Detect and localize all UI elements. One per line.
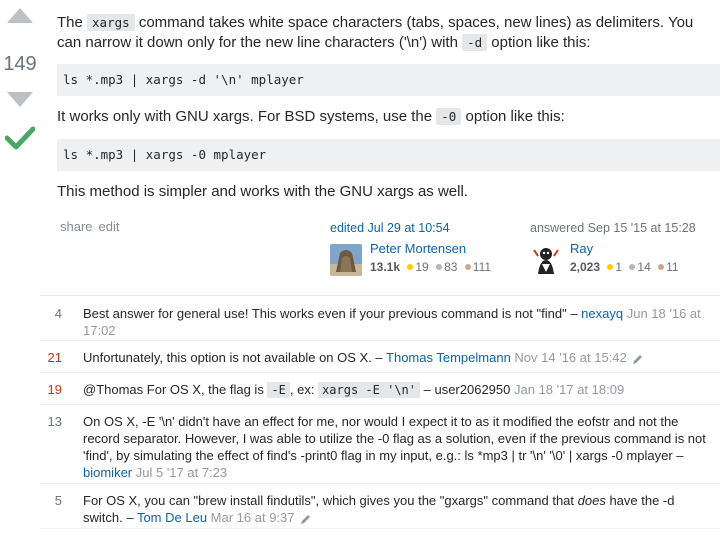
vote-count: 149	[3, 53, 37, 75]
answered-timestamp: answered Sep 15 '15 at 15:28	[530, 221, 696, 235]
author-username-link[interactable]: Ray	[570, 241, 593, 256]
editor-avatar[interactable]	[330, 244, 362, 276]
comment-user-link[interactable]: biomiker	[83, 465, 132, 480]
bronze-badge-icon	[658, 264, 665, 271]
comment-user-link[interactable]: Tom De Leu	[137, 510, 207, 525]
inline-code: -0	[436, 108, 462, 125]
comment-score: 13	[47, 414, 62, 429]
comment-item: 19 @Thomas For OS X, the flag is -E, ex:…	[40, 373, 720, 405]
comment-date[interactable]: Jul 5 '17 at 7:23	[136, 465, 227, 480]
editor-avatar-image	[330, 244, 362, 276]
comment-body: @Thomas For OS X, the flag is -E, ex: xa…	[83, 382, 625, 398]
comment-score: 21	[47, 350, 62, 365]
author-signature: answered Sep 15 '15 at 15:28 Ray 2,023 1…	[530, 221, 715, 281]
silver-badge-icon	[629, 264, 636, 271]
comment-score: 19	[47, 382, 62, 397]
comment-user-link[interactable]: Thomas Tempelmann	[386, 350, 511, 365]
comment-body: On OS X, -E '\n' didn't have an effect f…	[83, 414, 706, 480]
answer-paragraph-3: This method is simpler and works with th…	[57, 183, 468, 200]
author-avatar[interactable]	[530, 244, 562, 276]
comment-body: Best answer for general use! This works …	[83, 306, 701, 338]
inline-code: -E	[267, 382, 290, 398]
bronze-badge-icon	[464, 264, 471, 271]
comment-user: user2062950	[434, 382, 511, 397]
edited-pencil-icon[interactable]	[300, 513, 312, 525]
editor-signature: edited Jul 29 at 10:54 Peter Mortensen 1…	[330, 221, 520, 281]
comment-item: 13 On OS X, -E '\n' didn't have an effec…	[40, 405, 720, 484]
comment-date[interactable]: Nov 14 '16 at 15:42	[514, 350, 626, 365]
editor-reputation: 13.1k 19 83 111	[370, 260, 492, 274]
comment-date[interactable]: Jan 18 '17 at 18:09	[514, 382, 624, 397]
gold-badge-icon	[607, 264, 614, 271]
answer-paragraph-2: It works only with GNU xargs. For BSD sy…	[57, 108, 565, 125]
downvote-arrow-icon[interactable]	[7, 92, 33, 107]
post-menu: share edit	[60, 219, 126, 234]
edit-link[interactable]: edit	[99, 219, 120, 234]
share-link[interactable]: share	[60, 219, 93, 234]
comment-user-link[interactable]: nexayq	[581, 306, 623, 321]
upvote-arrow-icon[interactable]	[7, 8, 33, 23]
inline-code: -d	[462, 34, 488, 51]
author-reputation: 2,023 1 14 11	[570, 260, 679, 274]
code-block: ls *.mp3 | xargs -0 mplayer	[57, 139, 720, 171]
comment-item: 4 Best answer for general use! This work…	[40, 296, 720, 341]
comment-item: 21 Unfortunately, this option is not ava…	[40, 341, 720, 373]
silver-badge-icon	[436, 264, 443, 271]
inline-code: xargs -E '\n'	[318, 382, 420, 398]
inline-code: xargs	[87, 14, 135, 31]
edited-timestamp-link[interactable]: edited Jul 29 at 10:54	[330, 221, 450, 235]
comment-date[interactable]: Mar 16 at 9:37	[211, 510, 295, 525]
edited-pencil-icon[interactable]	[632, 353, 644, 365]
accepted-checkmark-icon	[5, 126, 35, 150]
comment-body: Unfortunately, this option is not availa…	[83, 349, 708, 366]
gold-badge-icon	[407, 264, 414, 271]
comment-item: 5 For OS X, you can "brew install findut…	[40, 484, 720, 529]
editor-username-link[interactable]: Peter Mortensen	[370, 241, 466, 256]
comments-list: 4 Best answer for general use! This work…	[40, 295, 720, 529]
author-avatar-image	[530, 244, 562, 276]
answer-paragraph-1: The xargs command takes white space char…	[57, 14, 694, 51]
code-block: ls *.mp3 | xargs -d '\n' mplayer	[57, 64, 720, 96]
comment-score: 5	[54, 493, 62, 508]
comment-body: For OS X, you can "brew install findutil…	[83, 493, 675, 525]
comment-score: 4	[54, 306, 62, 321]
